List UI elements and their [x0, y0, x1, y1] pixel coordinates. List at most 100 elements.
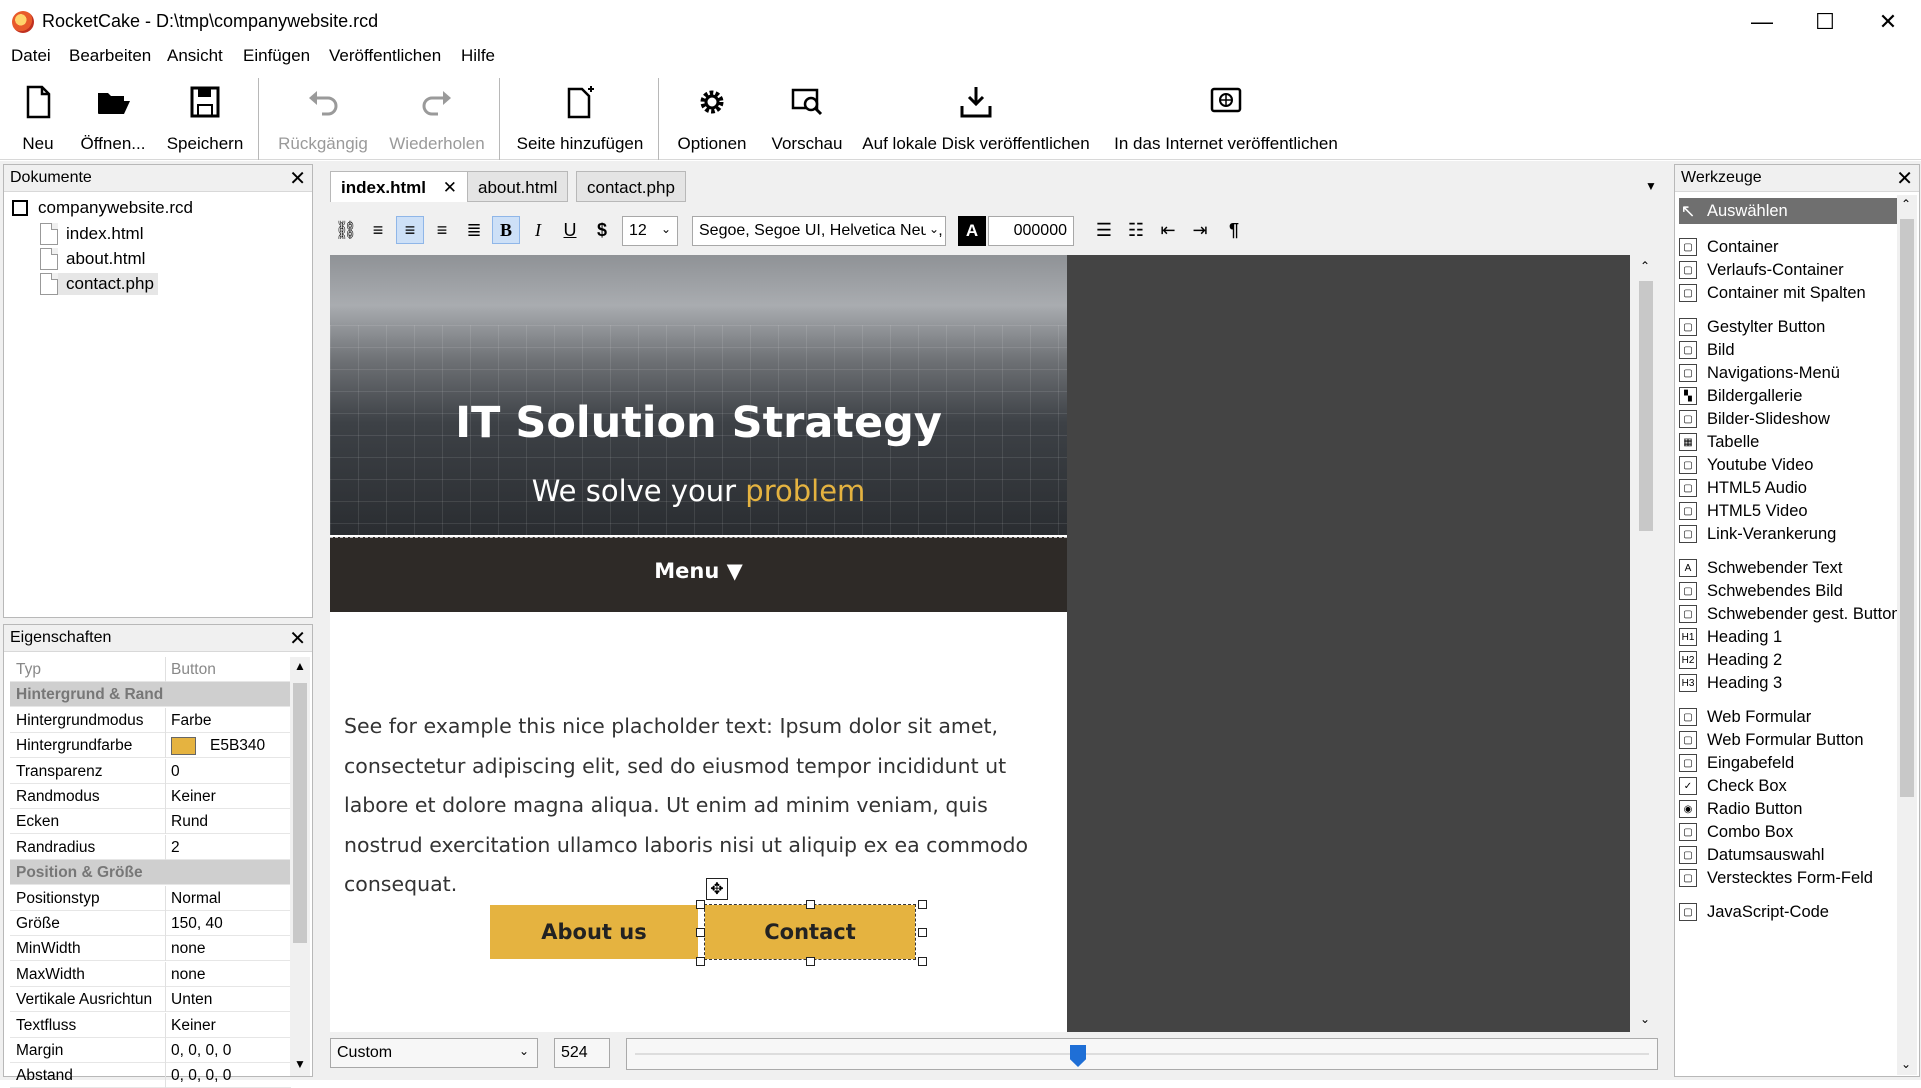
menu-bearbeiten[interactable]: Bearbeiten [69, 46, 151, 66]
scroll-down-icon[interactable]: ⌄ [1901, 1057, 1911, 1071]
slider-thumb[interactable] [1070, 1045, 1086, 1067]
outdent-icon[interactable]: ⇤ [1154, 216, 1182, 244]
text-color-button[interactable]: A [958, 216, 986, 246]
align-justify-icon[interactable]: ≣ [460, 216, 488, 244]
body-paragraph[interactable]: See for example this nice placholder tex… [344, 707, 1064, 905]
close-icon[interactable]: ✕ [289, 626, 306, 651]
link-icon[interactable]: ⛓ [332, 216, 360, 244]
resize-handle[interactable] [806, 957, 815, 966]
scroll-down-icon[interactable]: ▼ [294, 1057, 306, 1071]
property-row[interactable]: Typ Button [10, 657, 291, 682]
property-row[interactable]: MinWidth none [10, 936, 291, 962]
menu-einfuegen[interactable]: Einfügen [243, 46, 310, 66]
view-width-field[interactable]: 524 [554, 1038, 610, 1068]
align-right-icon[interactable]: ≡ [428, 216, 456, 244]
property-row[interactable]: Abstand 0, 0, 0, 0 [10, 1063, 291, 1088]
resize-handle[interactable] [806, 900, 815, 909]
property-value[interactable]: Normal [171, 890, 221, 908]
resize-handle[interactable] [918, 900, 927, 909]
align-left-icon[interactable]: ≡ [364, 216, 392, 244]
file-item-index[interactable]: index.html [40, 223, 143, 245]
close-icon[interactable]: ✕ [289, 166, 306, 191]
move-handle-icon[interactable]: ✥ [706, 878, 728, 900]
property-value[interactable]: 2 [171, 839, 180, 857]
bold-button[interactable]: B [492, 216, 520, 244]
text-color-field[interactable]: 000000 [988, 216, 1074, 246]
property-row[interactable]: Hintergrundmodus Farbe [10, 707, 291, 733]
tool-item[interactable]: H3 Heading 3 [1679, 670, 1897, 696]
properties-scrollbar[interactable]: ▲ ▼ [290, 657, 310, 1076]
resize-handle[interactable] [696, 928, 705, 937]
resize-handle[interactable] [696, 957, 705, 966]
property-row[interactable]: Margin 0, 0, 0, 0 [10, 1038, 291, 1063]
tool-item[interactable]: ▢ Link-Verankerung [1679, 521, 1897, 547]
contact-button[interactable]: Contact [704, 904, 916, 960]
save-button[interactable]: Speichern [166, 80, 244, 158]
close-tab-icon[interactable]: ✕ [443, 178, 457, 197]
options-button[interactable]: Optionen [676, 80, 748, 158]
width-slider[interactable] [626, 1038, 1658, 1070]
tool-item[interactable]: ▢ JavaScript-Code [1679, 899, 1897, 925]
property-row[interactable]: Hintergrundfarbe E5B340 [10, 733, 291, 759]
menu-ansicht[interactable]: Ansicht [167, 46, 223, 66]
property-row[interactable]: Ecken Rund [10, 809, 291, 835]
property-value[interactable]: 150, 40 [171, 915, 223, 933]
property-row[interactable]: Positionstyp Normal [10, 885, 291, 911]
font-family-select[interactable]: Segoe, Segoe UI, Helvetica Neue, sans ⌄ [692, 216, 946, 246]
property-value[interactable]: 0, 0, 0, 0 [171, 1042, 231, 1060]
dollar-icon[interactable]: $ [588, 216, 616, 244]
view-mode-select[interactable]: Custom ⌄ [330, 1038, 538, 1068]
menu-datei[interactable]: Datei [11, 46, 51, 66]
scrollbar-thumb[interactable] [293, 683, 307, 943]
property-value[interactable]: 0, 0, 0, 0 [171, 1067, 231, 1085]
scrollbar-thumb[interactable] [1900, 219, 1914, 797]
redo-button[interactable]: Wiederholen [389, 80, 485, 158]
resize-handle[interactable] [696, 900, 705, 909]
property-row[interactable]: Textfluss Keiner [10, 1012, 291, 1038]
resize-handle[interactable] [918, 928, 927, 937]
hero-title[interactable]: IT Solution Strategy [330, 398, 1067, 448]
tool-item[interactable]: ▢ Container mit Spalten [1679, 280, 1897, 306]
project-tree-root[interactable]: companywebsite.rcd [12, 198, 193, 218]
tab-overflow-icon[interactable]: ▼ [1645, 179, 1657, 193]
property-value[interactable]: E5B340 [171, 737, 265, 756]
hero-subtitle[interactable]: We solve your problem [330, 474, 1067, 508]
resize-handle[interactable] [918, 957, 927, 966]
add-page-button[interactable]: Seite hinzufügen [517, 80, 643, 158]
property-row[interactable]: Vertikale Ausrichtun Unten [10, 987, 291, 1013]
property-row[interactable]: Größe 150, 40 [10, 911, 291, 936]
property-value[interactable]: Keiner [171, 788, 216, 806]
scroll-up-icon[interactable]: ▲ [294, 659, 306, 673]
about-us-button[interactable]: About us [490, 905, 698, 959]
underline-button[interactable]: U [556, 216, 584, 244]
property-value[interactable]: 0 [171, 763, 180, 781]
new-button[interactable]: Neu [15, 80, 61, 158]
numbered-list-icon[interactable]: ☷ [1122, 216, 1150, 244]
bullet-list-icon[interactable]: ☰ [1090, 216, 1118, 244]
tab-about[interactable]: about.html [467, 171, 569, 202]
menu-hilfe[interactable]: Hilfe [461, 46, 495, 66]
hero-container[interactable]: IT Solution Strategy We solve your probl… [330, 255, 1067, 535]
tab-index[interactable]: index.html ✕ [330, 171, 468, 202]
property-value[interactable]: Rund [171, 813, 208, 831]
font-size-select[interactable]: 12 ⌄ [622, 216, 678, 246]
tab-contact[interactable]: contact.php [576, 171, 686, 202]
property-row[interactable]: MaxWidth none [10, 961, 291, 987]
maximize-button[interactable]: ☐ [1793, 0, 1857, 43]
tools-scrollbar[interactable]: ⌃ ⌄ [1897, 195, 1917, 1075]
align-center-icon[interactable]: ≡ [396, 216, 424, 244]
publish-web-button[interactable]: In das Internet veröffentlichen [1113, 80, 1339, 158]
property-row[interactable]: Position & Größe [10, 860, 291, 886]
scroll-up-icon[interactable]: ⌃ [1901, 197, 1911, 211]
close-window-button[interactable]: ✕ [1856, 0, 1920, 43]
property-row[interactable]: Randmodus Keiner [10, 784, 291, 809]
property-value[interactable]: none [171, 940, 205, 958]
scroll-down-icon[interactable]: ⌄ [1640, 1012, 1650, 1026]
italic-button[interactable]: I [524, 216, 552, 244]
property-row[interactable]: Hintergrund & Rand [10, 682, 291, 708]
scroll-up-icon[interactable]: ⌃ [1640, 259, 1650, 273]
site-nav-menu[interactable]: Menu ▼ [330, 537, 1067, 612]
file-item-about[interactable]: about.html [40, 248, 145, 270]
publish-local-button[interactable]: Auf lokale Disk veröffentlichen [862, 80, 1090, 158]
property-value[interactable]: none [171, 966, 205, 984]
